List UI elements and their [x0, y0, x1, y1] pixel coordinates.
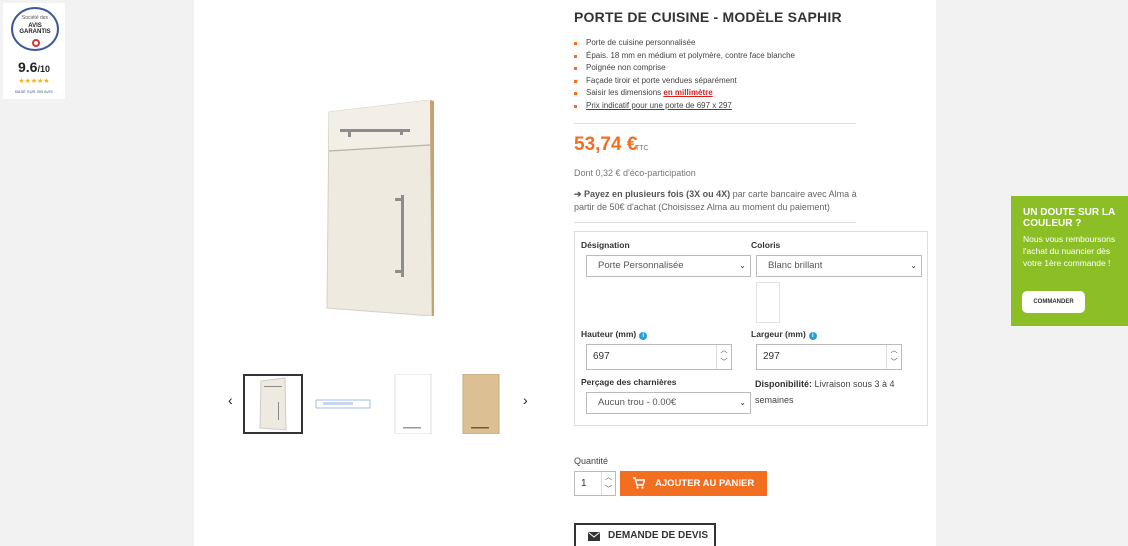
- coloris-label: Coloris: [751, 240, 781, 250]
- thumbnail-dimensions[interactable]: [313, 374, 373, 434]
- thumbnail-white-swatch[interactable]: [393, 373, 453, 435]
- percage-label: Perçage des charnières: [581, 377, 677, 387]
- thumbnail-door[interactable]: [243, 374, 303, 434]
- chevron-up-icon: ︿: [720, 347, 728, 354]
- hauteur-input[interactable]: 697 ︿ ﹀: [586, 344, 732, 370]
- product-configurator: Désignation Porte Personnalisée ⌄ Coloris…: [574, 231, 928, 426]
- info-icon[interactable]: i: [808, 332, 817, 340]
- color-swatch[interactable]: [756, 282, 780, 323]
- reviews-badge[interactable]: Société des AVIS GARANTIS 9.6/10 ★★★★★ BA…: [3, 3, 65, 99]
- percage-select[interactable]: Aucun trou - 0.00€ ⌄: [586, 392, 751, 414]
- stepper[interactable]: ︿ ﹀: [601, 472, 615, 495]
- designation-select[interactable]: Porte Personnalisée ⌄: [586, 255, 751, 277]
- coloris-select[interactable]: Blanc brillant ⌄: [756, 255, 922, 277]
- availability: Disponibilité: Livraison sous 3 à 4 sema…: [755, 379, 895, 405]
- stars-icon: ★★★★★: [18, 78, 50, 85]
- seal-icon: Société des AVIS GARANTIS: [11, 7, 59, 51]
- feature-item: Porte de cuisine personnalisée: [574, 37, 795, 50]
- feature-item: Poignée non comprise: [574, 62, 795, 75]
- price-note-link[interactable]: Prix indicatif pour une porte de 697 x 2…: [586, 101, 732, 110]
- feature-item: Façade tiroir et porte vendues séparémen…: [574, 75, 795, 88]
- chevron-up-icon: ︿: [890, 347, 898, 354]
- feature-item: Saisir les dimensions en millimètre: [574, 87, 795, 100]
- price-ttc: TTC: [635, 145, 649, 152]
- product-price: 53,74 €: [574, 134, 638, 155]
- product-panel: ‹ › PORTE DE CUISINE - MODÈLE SAPHIR Por…: [194, 0, 936, 546]
- quote-request-button[interactable]: DEMANDE DE DEVIS: [574, 523, 716, 546]
- chevron-up-icon: ︿: [605, 474, 612, 481]
- badge-line1: Société des: [21, 15, 49, 21]
- chevron-down-icon: ⌄: [739, 398, 746, 407]
- largeur-label: Largeur (mm) i: [751, 329, 817, 340]
- chevron-down-icon: ⌄: [739, 261, 746, 270]
- product-features: Porte de cuisine personnalisée Épais. 18…: [574, 37, 795, 112]
- eco-participation: Dont 0,32 € d'éco-participation: [574, 168, 696, 178]
- designation-label: Désignation: [581, 240, 630, 250]
- feature-item: Épais. 18 mm en médium et polymère, cont…: [574, 50, 795, 63]
- badge-source: BASÉ SUR 393 AVIS: [15, 89, 53, 94]
- product-title: PORTE DE CUISINE - MODÈLE SAPHIR: [574, 9, 842, 25]
- chevron-down-icon: ⌄: [910, 261, 917, 270]
- feature-item: Prix indicatif pour une porte de 697 x 2…: [574, 100, 795, 113]
- divider: [574, 123, 856, 124]
- quantity-label: Quantité: [574, 456, 609, 466]
- promo-text: Nous vous remboursons l'achat du nuancie…: [1023, 234, 1116, 268]
- stepper[interactable]: ︿ ﹀: [716, 345, 731, 369]
- promo-heading: UN DOUTE SUR LA COULEUR ?: [1023, 207, 1115, 229]
- cart-icon: [633, 477, 645, 489]
- chevron-down-icon: ﹀: [605, 485, 612, 493]
- badge-line2: AVIS GARANTIS: [19, 23, 51, 35]
- product-main-image[interactable]: [326, 100, 434, 316]
- color-doubt-promo: UN DOUTE SUR LA COULEUR ? Nous vous remb…: [1011, 196, 1128, 326]
- thumbnail-wood-swatch[interactable]: [461, 373, 521, 435]
- mail-icon: [588, 532, 600, 541]
- millimetre-link[interactable]: en millimètre: [663, 88, 712, 97]
- largeur-input[interactable]: 297 ︿ ﹀: [756, 344, 902, 370]
- chevron-down-icon: ﹀: [890, 359, 898, 366]
- chevron-down-icon: ﹀: [720, 359, 728, 366]
- gallery-thumbnails: [222, 373, 542, 436]
- divider: [574, 222, 856, 223]
- info-icon[interactable]: i: [639, 332, 648, 340]
- stepper[interactable]: ︿ ﹀: [886, 345, 901, 369]
- order-sample-button[interactable]: COMMANDER: [1022, 291, 1085, 313]
- alma-payment-info: ➔ Payez en plusieurs fois (3X ou 4X) par…: [574, 189, 857, 212]
- ribbon-icon: [32, 39, 40, 47]
- quantity-stepper[interactable]: 1 ︿ ﹀: [574, 471, 616, 496]
- hauteur-label: Hauteur (mm) i: [581, 329, 648, 340]
- badge-score: 9.6/10: [18, 59, 50, 75]
- add-to-cart-button[interactable]: AJOUTER AU PANIER: [620, 471, 767, 496]
